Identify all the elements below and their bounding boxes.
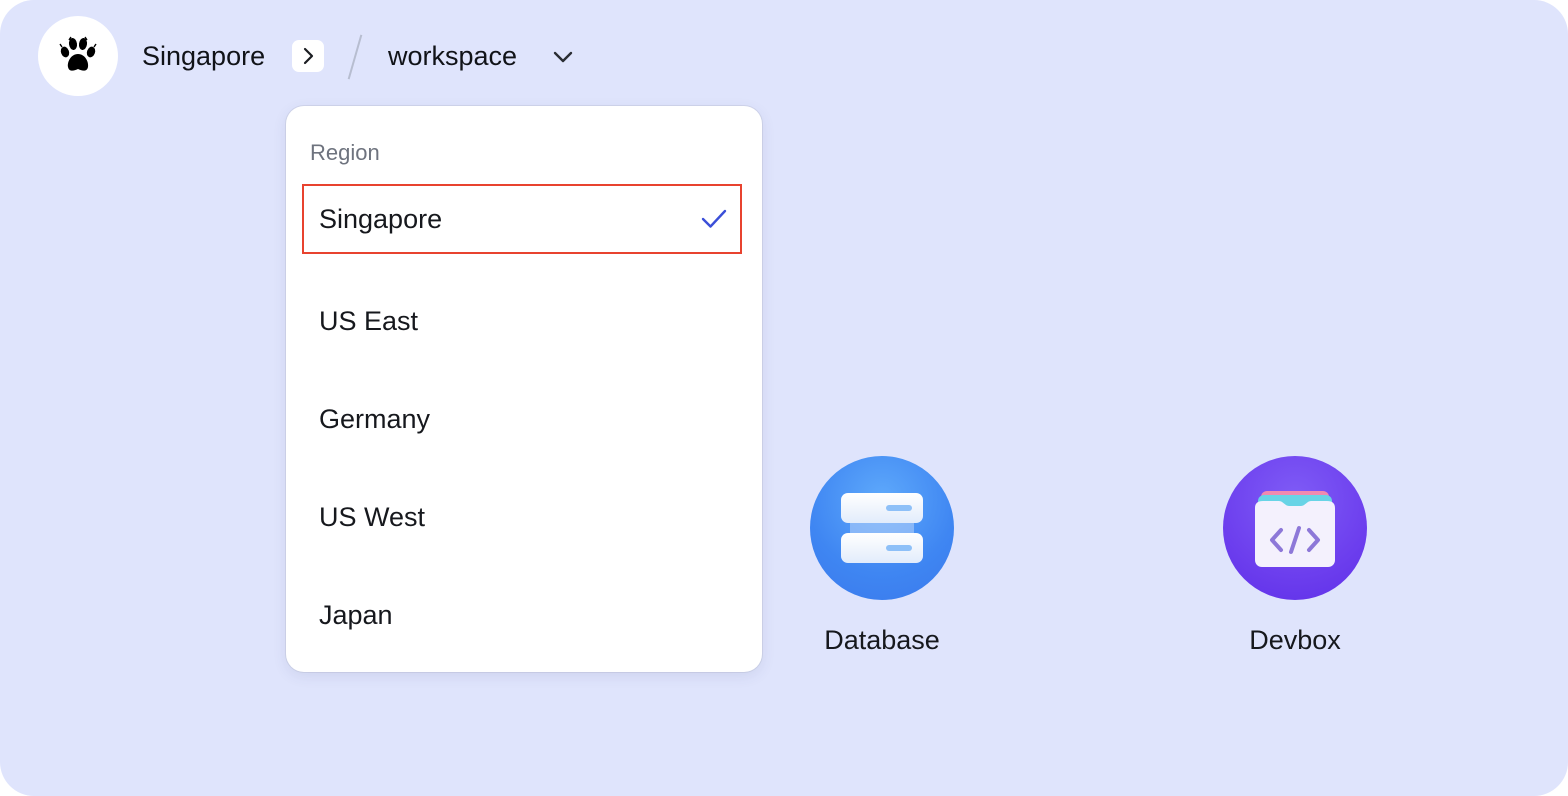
- workspace-dropdown-button[interactable]: [550, 44, 576, 70]
- database-icon: [810, 456, 954, 600]
- current-region-label[interactable]: Singapore: [142, 38, 265, 74]
- chevron-right-icon: [303, 47, 314, 65]
- region-heading: Region: [310, 140, 380, 165]
- region-option-label: Japan: [319, 600, 393, 630]
- region-option-label: US East: [319, 306, 419, 336]
- checkmark-icon: [701, 209, 727, 228]
- workspace-label[interactable]: workspace: [388, 38, 517, 74]
- region-option-us-west[interactable]: US West: [302, 482, 742, 552]
- region-switch-button[interactable]: [292, 40, 324, 72]
- desktop-background: Singapore workspace Region Singapore US …: [0, 0, 1568, 796]
- region-option-label: Singapore: [319, 204, 443, 234]
- devbox-code-icon: [1223, 456, 1367, 600]
- paw-logo-button[interactable]: [38, 16, 118, 96]
- region-option-germany[interactable]: Germany: [302, 384, 742, 454]
- region-option-singapore[interactable]: Singapore: [302, 184, 742, 254]
- region-option-japan[interactable]: Japan: [302, 580, 742, 650]
- database-app[interactable]: Database: [792, 456, 972, 666]
- region-option-label: US West: [319, 502, 426, 532]
- region-dropdown-menu: Region Singapore US East Germany US West…: [286, 106, 762, 672]
- database-app-label: Database: [824, 625, 940, 655]
- region-option-us-east[interactable]: US East: [302, 286, 742, 356]
- devbox-app[interactable]: Devbox: [1205, 456, 1385, 666]
- paw-icon: [59, 36, 97, 71]
- chevron-down-icon: [553, 51, 573, 63]
- breadcrumb-divider: [347, 34, 363, 80]
- devbox-app-label: Devbox: [1249, 625, 1341, 655]
- region-option-label: Germany: [319, 404, 431, 434]
